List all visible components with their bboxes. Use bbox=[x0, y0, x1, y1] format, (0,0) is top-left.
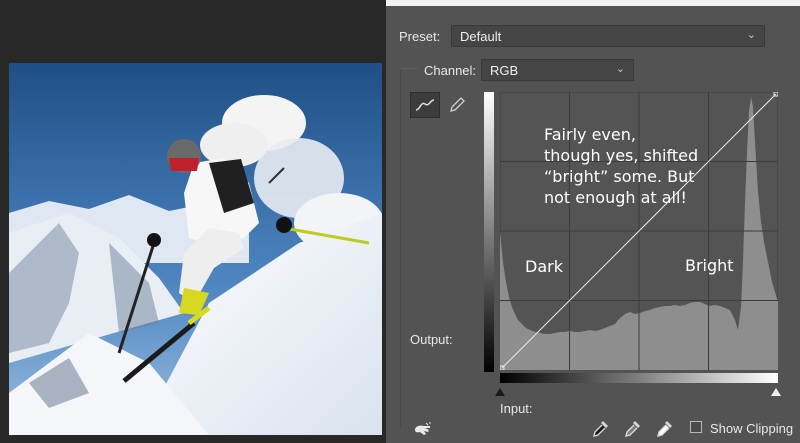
pencil-icon bbox=[450, 97, 465, 112]
channel-label: Channel: bbox=[424, 63, 477, 78]
panel-top-strip bbox=[386, 0, 800, 6]
curves-panel: Preset: Default ⌄ Channel: RGB ⌄ Fairly … bbox=[386, 0, 800, 443]
white-eyedropper-button[interactable] bbox=[650, 416, 680, 442]
ski-photo bbox=[9, 63, 382, 435]
chevron-down-icon: ⌄ bbox=[746, 29, 756, 41]
show-clipping-label[interactable]: Show Clipping bbox=[710, 421, 793, 436]
group-divider bbox=[400, 68, 401, 428]
annotation-dark: Dark bbox=[525, 257, 563, 276]
show-clipping-checkbox[interactable] bbox=[690, 421, 702, 433]
output-gradient-bar bbox=[484, 92, 494, 372]
curve-icon bbox=[415, 99, 435, 111]
curve-edit-tool-button[interactable] bbox=[410, 92, 440, 118]
preset-label: Preset: bbox=[399, 29, 441, 44]
annotation-line-4: not enough at all! bbox=[544, 188, 687, 207]
chevron-down-icon: ⌄ bbox=[615, 63, 625, 75]
annotation-bright: Bright bbox=[685, 256, 734, 275]
document-canvas[interactable] bbox=[0, 0, 386, 443]
hand-target-icon bbox=[415, 422, 431, 435]
on-image-adjust-button[interactable] bbox=[408, 416, 438, 442]
gray-eyedropper-icon bbox=[625, 421, 640, 437]
channel-dropdown[interactable]: RGB ⌄ bbox=[481, 59, 634, 81]
group-divider-top bbox=[400, 68, 418, 69]
input-gradient-bar bbox=[500, 373, 778, 383]
white-point-slider[interactable] bbox=[771, 388, 781, 396]
pencil-tool-button[interactable] bbox=[442, 92, 472, 118]
annotation-text: Fairly even, though yes, shifted “bright… bbox=[544, 124, 744, 208]
input-label: Input: bbox=[500, 401, 533, 416]
annotation-line-1: Fairly even, bbox=[544, 125, 636, 144]
gray-eyedropper-button[interactable] bbox=[618, 416, 648, 442]
channel-value: RGB bbox=[490, 63, 519, 78]
black-eyedropper-icon bbox=[593, 421, 608, 437]
black-eyedropper-button[interactable] bbox=[586, 416, 616, 442]
preset-dropdown[interactable]: Default ⌄ bbox=[451, 25, 765, 47]
annotation-line-3: “bright” some. But bbox=[544, 167, 695, 186]
black-point-slider[interactable] bbox=[495, 388, 505, 396]
preset-value: Default bbox=[460, 29, 502, 44]
white-eyedropper-icon bbox=[657, 421, 672, 437]
output-label: Output: bbox=[410, 332, 453, 347]
annotation-line-2: though yes, shifted bbox=[544, 146, 699, 165]
